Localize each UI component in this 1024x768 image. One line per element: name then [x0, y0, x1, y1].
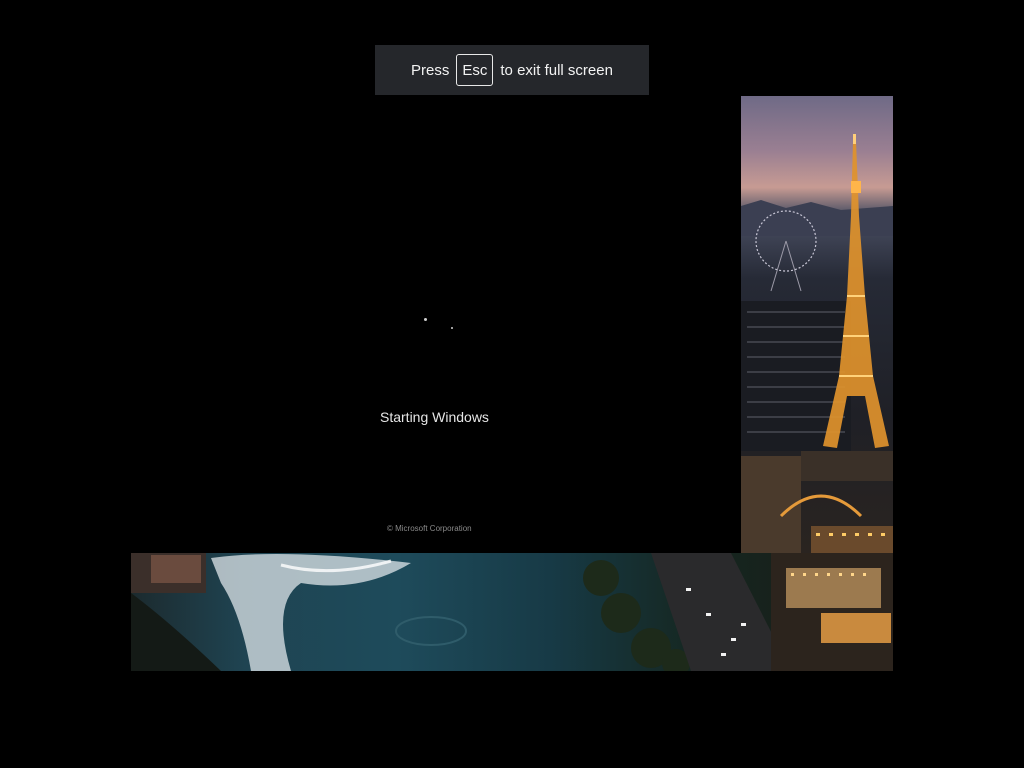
spinner-dot [424, 318, 427, 321]
copyright-text: © Microsoft Corporation [387, 524, 472, 533]
fullscreen-exit-hint: Press Esc to exit full screen [375, 45, 649, 95]
wallpaper-fountain-image [131, 553, 893, 671]
spinner-dot [451, 327, 453, 329]
hint-suffix-text: to exit full screen [500, 61, 613, 79]
wallpaper-cityscape-image [741, 134, 893, 553]
boot-status-text: Starting Windows [380, 409, 489, 425]
hint-prefix-text: Press [411, 61, 450, 79]
windows-boot-screen: Starting Windows © Microsoft Corporation [131, 96, 741, 553]
esc-key-badge: Esc [456, 54, 494, 86]
desktop-wallpaper-right [741, 96, 893, 553]
vm-fullscreen-display: Starting Windows © Microsoft Corporation… [0, 0, 1024, 768]
desktop-wallpaper-bottom [131, 553, 893, 671]
